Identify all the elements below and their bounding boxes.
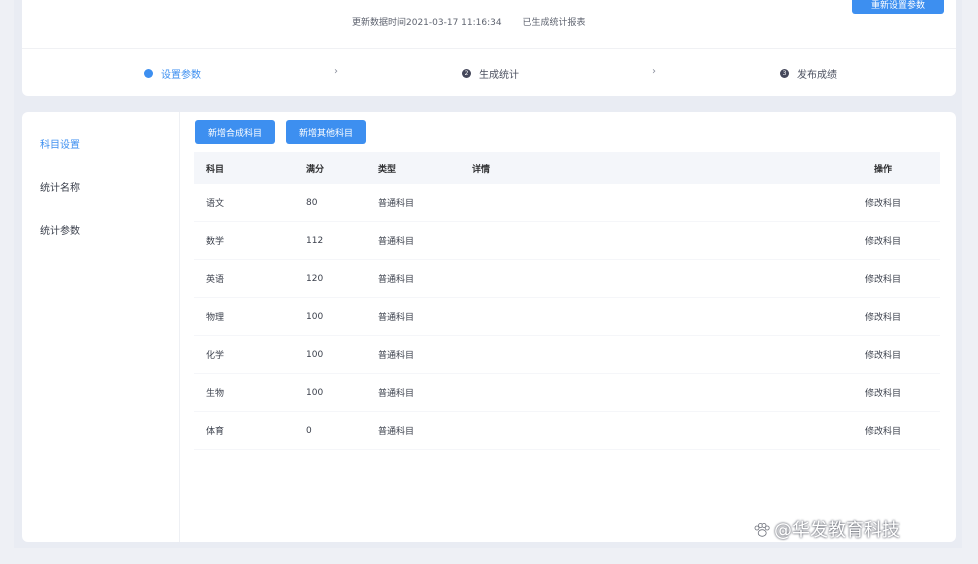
settings-card: 科目设置 统计名称 统计参数 新增合成科目 新增其他科目 科目 满分 类型 详情… [22, 112, 956, 542]
cell-subject: 英语 [206, 275, 225, 285]
header-subject: 科目 [206, 164, 225, 175]
table-row: 物理 100 普通科目 修改科目 [194, 298, 940, 336]
step-set-params[interactable]: 设置参数 [144, 66, 201, 81]
header-type: 类型 [378, 164, 397, 175]
sidebar-item-stat-name[interactable]: 统计名称 [40, 179, 80, 194]
cell-score: 80 [306, 197, 318, 208]
reset-params-button[interactable]: 重新设置参数 [852, 0, 944, 14]
table-row: 化学 100 普通科目 修改科目 [194, 336, 940, 374]
chevron-right-icon: › [334, 66, 338, 77]
cell-score: 120 [306, 273, 324, 284]
step-number-icon: 3 [780, 69, 789, 78]
edit-subject-link[interactable]: 修改科目 [826, 348, 940, 361]
cell-subject: 体育 [206, 427, 225, 437]
update-time-text: 更新数据时间2021-03-17 11:16:34 [352, 18, 502, 28]
edit-subject-link[interactable]: 修改科目 [826, 272, 940, 285]
cell-score: 0 [306, 425, 312, 436]
table-header: 科目 满分 类型 详情 操作 [194, 152, 940, 184]
edit-subject-link[interactable]: 修改科目 [826, 234, 940, 247]
table-row: 体育 0 普通科目 修改科目 [194, 412, 940, 450]
cell-subject: 生物 [206, 389, 225, 399]
header-detail: 详情 [472, 164, 491, 175]
step-number-icon: 2 [462, 69, 471, 78]
edit-subject-link[interactable]: 修改科目 [826, 386, 940, 399]
table-row: 语文 80 普通科目 修改科目 [194, 184, 940, 222]
add-other-subject-button[interactable]: 新增其他科目 [286, 120, 366, 144]
table-row: 生物 100 普通科目 修改科目 [194, 374, 940, 412]
cell-score: 100 [306, 349, 324, 360]
paw-icon [754, 523, 770, 537]
update-meta: 更新数据时间2021-03-17 11:16:34 已生成统计报表 [352, 15, 603, 28]
cell-subject: 物理 [206, 313, 225, 323]
cell-type: 普通科目 [378, 351, 415, 361]
step-label: 发布成绩 [797, 70, 837, 81]
cell-type: 普通科目 [378, 275, 415, 285]
watermark: @华发教育科技 [754, 516, 900, 542]
edit-subject-link[interactable]: 修改科目 [826, 196, 940, 209]
chevron-right-icon: › [652, 66, 656, 77]
cell-subject: 语文 [206, 199, 225, 209]
cell-score: 100 [306, 387, 324, 398]
step-generate-stats[interactable]: 2 生成统计 [462, 66, 519, 81]
sidebar-item-stat-params[interactable]: 统计参数 [40, 222, 80, 237]
header-score: 满分 [306, 164, 325, 175]
cell-type: 普通科目 [378, 389, 415, 399]
edit-subject-link[interactable]: 修改科目 [826, 310, 940, 323]
progress-card: 重新设置参数 更新数据时间2021-03-17 11:16:34 已生成统计报表… [22, 0, 956, 96]
cell-type: 普通科目 [378, 199, 415, 209]
watermark-text: @华发教育科技 [774, 520, 900, 541]
sidebar-item-subject-settings[interactable]: 科目设置 [40, 136, 80, 151]
sidebar: 科目设置 统计名称 统计参数 [22, 112, 180, 542]
step-dot-icon [144, 69, 153, 78]
add-composite-subject-button[interactable]: 新增合成科目 [195, 120, 275, 144]
cell-type: 普通科目 [378, 313, 415, 323]
divider [22, 48, 956, 49]
step-label: 生成统计 [479, 70, 519, 81]
cell-score: 112 [306, 235, 324, 246]
cell-subject: 数学 [206, 237, 225, 247]
table-row: 英语 120 普通科目 修改科目 [194, 260, 940, 298]
generated-status-text: 已生成统计报表 [522, 18, 586, 28]
step-label: 设置参数 [161, 70, 201, 81]
cell-score: 100 [306, 311, 324, 322]
cell-subject: 化学 [206, 351, 225, 361]
cell-type: 普通科目 [378, 427, 415, 437]
cell-type: 普通科目 [378, 237, 415, 247]
header-action: 操作 [873, 164, 892, 175]
edit-subject-link[interactable]: 修改科目 [826, 424, 940, 437]
table-row: 数学 112 普通科目 修改科目 [194, 222, 940, 260]
step-publish-scores[interactable]: 3 发布成绩 [780, 66, 837, 81]
subject-table: 科目 满分 类型 详情 操作 语文 80 普通科目 修改科目 数学 112 普通… [194, 152, 940, 450]
